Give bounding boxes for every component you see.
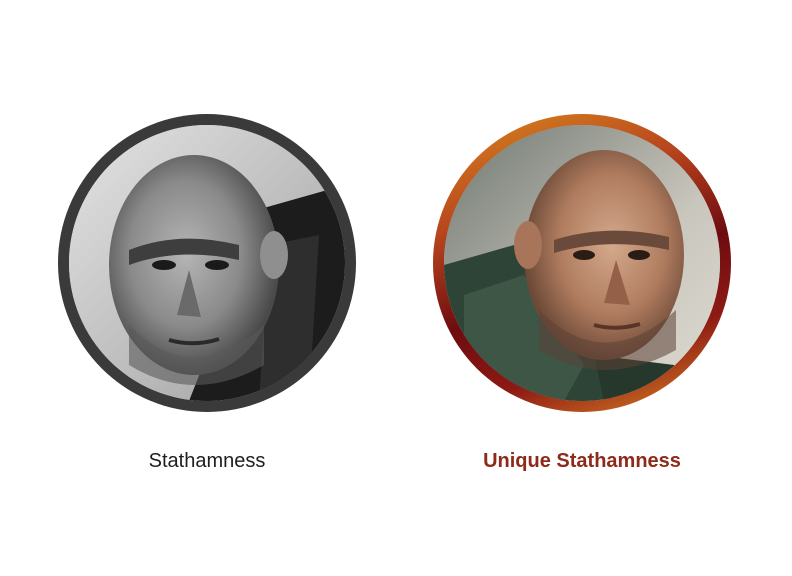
portrait-photo-monochrome xyxy=(69,125,345,401)
portrait-photo-color xyxy=(444,125,720,401)
bald-man-portrait-color-image xyxy=(444,125,720,401)
caption-unique-stathamness: Unique Stathamness xyxy=(483,450,681,472)
bald-man-portrait-monochrome-image xyxy=(69,125,345,401)
portrait-color xyxy=(433,114,731,412)
caption-stathamness: Stathamness xyxy=(148,450,266,472)
portrait-monochrome xyxy=(58,114,356,412)
